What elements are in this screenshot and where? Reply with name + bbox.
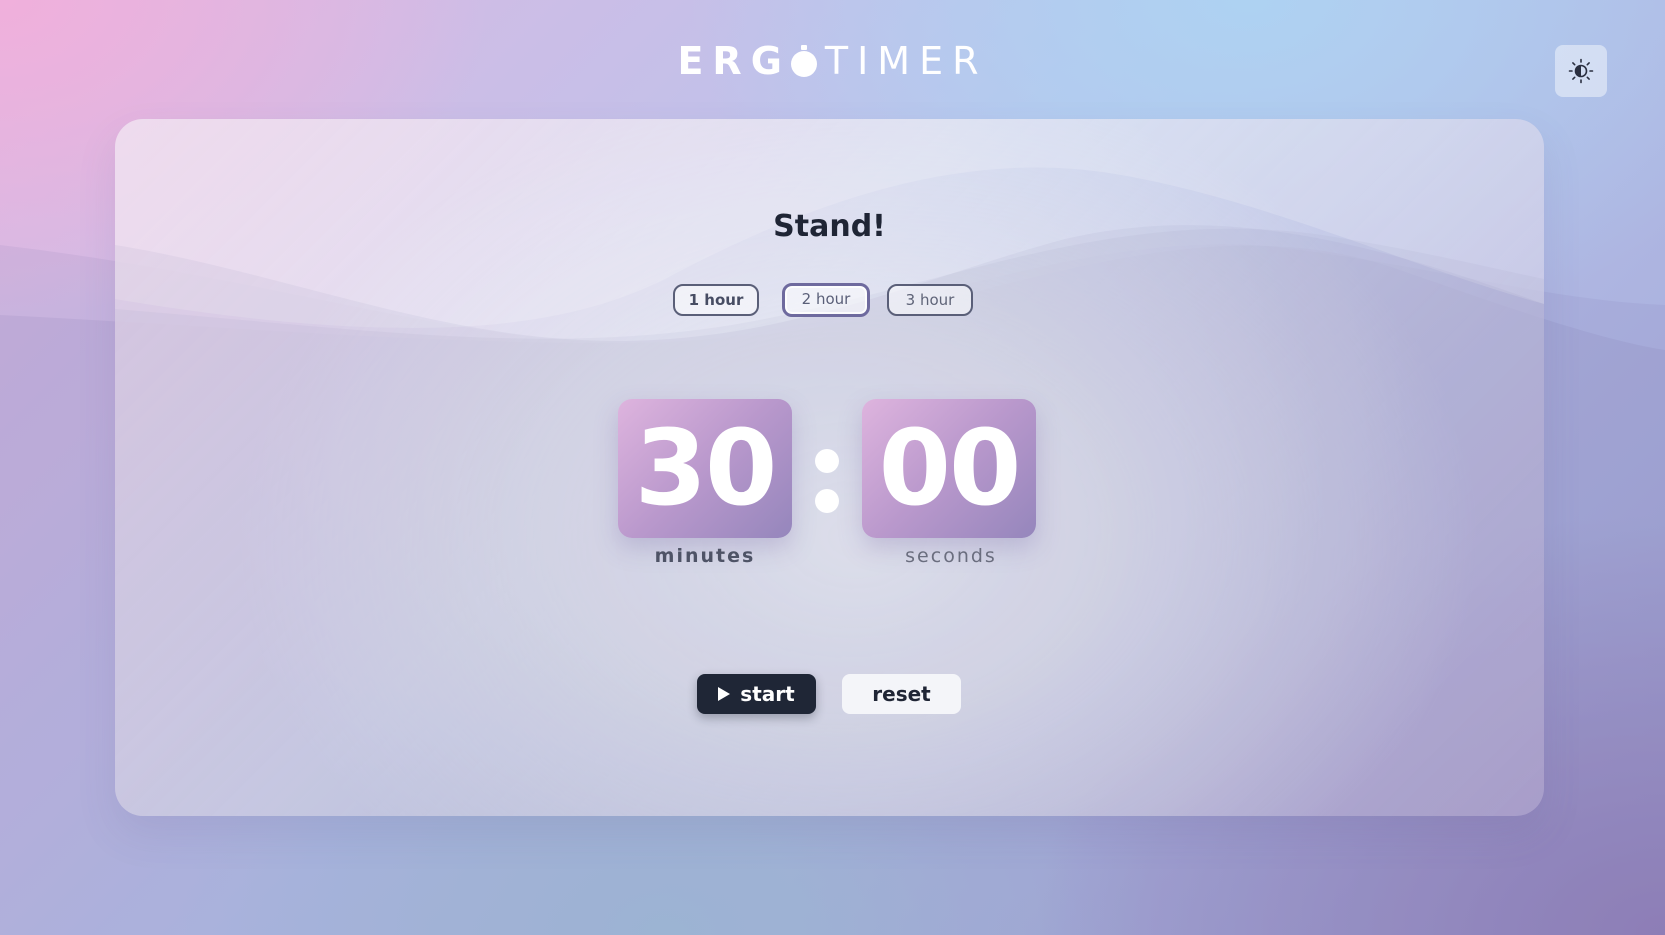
preset-2-hour-button[interactable]: 2 hour <box>782 283 870 317</box>
minutes-display: 30 <box>618 399 792 538</box>
theme-toggle-button[interactable] <box>1555 45 1607 97</box>
preset-3-hour-button[interactable]: 3 hour <box>887 284 973 316</box>
seconds-display: 00 <box>862 399 1036 538</box>
seconds-label: seconds <box>905 545 997 567</box>
app-logo: ERG TIMER <box>0 38 1665 84</box>
preset-1-hour-button[interactable]: 1 hour <box>673 284 759 316</box>
logo-text-bold: ERG <box>677 39 791 83</box>
stopwatch-icon <box>790 45 817 77</box>
timer-card: Stand! 1 hour 2 hour 3 hour 30 00 minute… <box>115 119 1544 816</box>
logo-text-light: TIMER <box>824 39 988 83</box>
play-icon <box>718 687 731 701</box>
timer-title: Stand! <box>773 209 886 244</box>
colon-dot-bottom <box>815 489 839 513</box>
colon-dot-top <box>815 449 839 473</box>
minutes-label: minutes <box>654 545 756 567</box>
start-button[interactable]: start <box>697 674 816 714</box>
start-button-label: start <box>740 682 795 706</box>
sun-icon <box>1568 58 1594 84</box>
reset-button[interactable]: reset <box>842 674 961 714</box>
reset-button-label: reset <box>872 682 931 706</box>
